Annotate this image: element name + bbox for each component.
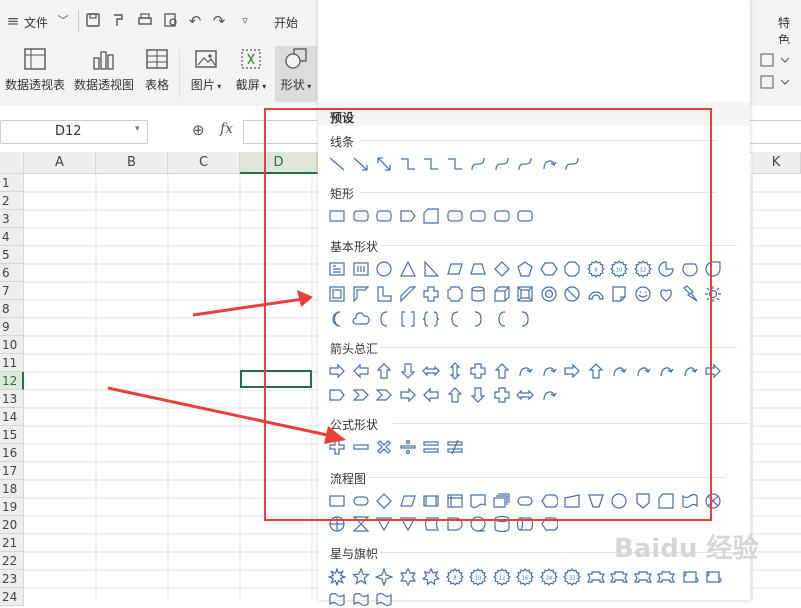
svg-text:16: 16 xyxy=(522,576,528,582)
customize-chevron-icon[interactable]: ▿ xyxy=(236,12,254,30)
table-icon xyxy=(144,46,170,72)
svg-text:12: 12 xyxy=(498,576,504,582)
shape-option-icon[interactable]: 8 xyxy=(445,568,464,586)
row-header[interactable]: 6 xyxy=(0,264,24,282)
undo-icon[interactable]: ↶ xyxy=(186,12,204,30)
shape-option-icon[interactable] xyxy=(657,568,675,586)
section-title-stars-banners: 星与旗帜 xyxy=(330,547,379,561)
formula-input-right[interactable] xyxy=(750,120,801,144)
column-header-b[interactable]: B xyxy=(96,152,168,174)
row-header[interactable]: 9 xyxy=(0,318,24,336)
svg-text:10: 10 xyxy=(475,576,481,582)
row-header[interactable]: 8 xyxy=(0,300,24,318)
screenshot-button[interactable]: 截屏 ▾ xyxy=(232,46,270,102)
shape-option-icon[interactable] xyxy=(375,590,393,608)
print-icon[interactable] xyxy=(136,12,154,30)
pivot-table-icon xyxy=(22,46,48,72)
name-box[interactable]: D12 ▾ xyxy=(0,120,148,144)
pivot-table-button[interactable]: 数据透视表 xyxy=(4,46,66,102)
table-label: 表格 xyxy=(144,78,169,92)
chevron-down-icon[interactable]: ▾ xyxy=(135,124,140,134)
row-header[interactable]: 5 xyxy=(0,246,24,264)
row-header[interactable]: 12 xyxy=(0,372,24,390)
row-header[interactable]: 11 xyxy=(0,354,24,372)
select-all-corner[interactable] xyxy=(0,152,24,174)
row-header[interactable]: 1 xyxy=(0,174,24,192)
row-header[interactable]: 14 xyxy=(0,408,24,426)
row-header[interactable]: 2 xyxy=(0,192,24,210)
shape-option-icon[interactable]: 16 xyxy=(516,568,534,586)
chevron-down-icon[interactable]: ﹀ xyxy=(54,12,72,30)
shape-option-icon[interactable] xyxy=(633,568,652,586)
row-header[interactable]: 10 xyxy=(0,336,24,354)
tab-special[interactable]: 特色 xyxy=(778,14,801,48)
format-painter-icon[interactable] xyxy=(110,12,128,30)
picture-button[interactable]: 图片 ▾ xyxy=(186,46,226,102)
pivot-chart-label: 数据透视图 xyxy=(73,78,134,92)
pivot-table-label: 数据透视表 xyxy=(4,78,65,92)
shape-option-icon[interactable] xyxy=(375,568,393,586)
divider xyxy=(78,10,79,32)
shapes-button[interactable]: 形状 ▾ xyxy=(275,46,317,102)
row-header[interactable]: 4 xyxy=(0,228,24,246)
annotation-arrow-1 xyxy=(192,290,313,317)
shape-option-icon[interactable] xyxy=(399,568,417,586)
row-header[interactable]: 13 xyxy=(0,390,24,408)
row-header[interactable]: 21 xyxy=(0,534,24,552)
column-header-k[interactable]: K xyxy=(752,152,801,174)
picture-label: 图片 xyxy=(190,78,215,92)
watermark: Baidu 经验 xyxy=(614,534,759,564)
shape-option-icon[interactable] xyxy=(351,568,370,586)
row-header[interactable]: 17 xyxy=(0,462,24,480)
shape-option-icon[interactable] xyxy=(352,590,370,608)
shape-option-icon[interactable]: 24 xyxy=(539,568,558,586)
row-header[interactable]: 24 xyxy=(0,588,24,606)
column-header-c[interactable]: C xyxy=(168,152,240,174)
svg-text:32: 32 xyxy=(569,576,575,582)
zoom-search-icon[interactable]: ⊕ xyxy=(192,121,205,139)
row-header[interactable]: 15 xyxy=(0,426,24,444)
screenshot-label: 截屏 xyxy=(235,78,260,92)
save-icon[interactable] xyxy=(84,12,102,30)
pivot-chart-icon xyxy=(91,46,117,72)
fx-icon[interactable]: fx xyxy=(220,121,233,137)
screenshot-icon xyxy=(238,46,264,72)
cell-reference: D12 xyxy=(55,124,82,139)
shape-option-icon[interactable] xyxy=(681,568,699,586)
shape-option-icon[interactable]: 32 xyxy=(563,568,581,586)
shapes-label: 形状 xyxy=(280,78,305,92)
row-header[interactable]: 16 xyxy=(0,444,24,462)
svg-text:24: 24 xyxy=(545,576,551,582)
table-button[interactable]: 表格 xyxy=(142,46,172,102)
tab-start[interactable]: 开始 xyxy=(274,14,298,31)
row-header[interactable]: 7 xyxy=(0,282,24,300)
shape-option-icon[interactable] xyxy=(328,590,346,608)
shape-option-icon[interactable] xyxy=(586,568,605,586)
file-menu[interactable]: 文件 xyxy=(24,14,48,31)
row-header[interactable]: 23 xyxy=(0,570,24,588)
hamburger-icon[interactable]: ≡ xyxy=(4,12,22,30)
ribbon-divider xyxy=(179,50,180,98)
row-header[interactable]: 18 xyxy=(0,480,24,498)
shapes-icon xyxy=(283,46,309,72)
shape-option-icon[interactable] xyxy=(610,568,628,586)
svg-text:8: 8 xyxy=(453,576,456,582)
shape-option-icon[interactable] xyxy=(422,568,440,586)
shape-option-icon[interactable] xyxy=(328,568,346,586)
picture-icon xyxy=(193,46,219,72)
column-header-a[interactable]: A xyxy=(24,152,96,174)
row-header[interactable]: 3 xyxy=(0,210,24,228)
shape-option-icon[interactable]: 10 xyxy=(469,568,487,586)
shape-option-icon[interactable] xyxy=(704,568,722,586)
shape-option-icon[interactable]: 12 xyxy=(492,568,511,586)
print-preview-icon[interactable] xyxy=(162,12,180,30)
row-header[interactable]: 22 xyxy=(0,552,24,570)
annotation-arrow-2 xyxy=(107,386,346,444)
right-ribbon-icons[interactable] xyxy=(757,50,797,98)
highlight-box xyxy=(264,108,712,521)
row-header[interactable]: 20 xyxy=(0,516,24,534)
redo-icon[interactable]: ↷ xyxy=(210,12,228,30)
row-header[interactable]: 19 xyxy=(0,498,24,516)
pivot-chart-button[interactable]: 数据透视图 xyxy=(72,46,136,102)
